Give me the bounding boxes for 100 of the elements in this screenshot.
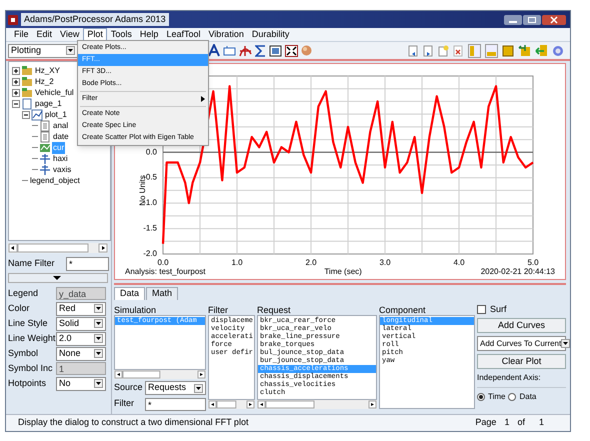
- menu-item[interactable]: File: [10, 28, 33, 41]
- fit-icon[interactable]: [285, 44, 298, 56]
- x-axis-label: Time (sec): [324, 267, 362, 277]
- property-dropdown[interactable]: Red: [56, 302, 106, 316]
- next-page-icon[interactable]: [423, 44, 434, 56]
- dropdown-arrow-icon[interactable]: [94, 319, 103, 328]
- x-tick-label: 1.0: [231, 258, 243, 267]
- tree-item[interactable]: date: [52, 130, 70, 142]
- tree-item[interactable]: Hz_XY: [34, 64, 61, 76]
- name-filter-field[interactable]: *: [66, 257, 109, 271]
- property-dropdown[interactable]: None: [56, 346, 106, 360]
- expand-icon[interactable]: [12, 66, 20, 74]
- close-icon[interactable]: [542, 14, 566, 24]
- menu-item[interactable]: Edit: [32, 28, 56, 41]
- x-tick-label: 0.0: [157, 258, 169, 267]
- zoom-box-icon[interactable]: [269, 44, 282, 56]
- menu-item[interactable]: View: [56, 28, 84, 41]
- expand-icon[interactable]: [12, 88, 20, 96]
- property-dropdown[interactable]: No: [56, 376, 106, 390]
- tree-item[interactable]: anal: [52, 120, 70, 132]
- status-message: Display the dialog to construct a two dimensional FFT plot: [18, 416, 248, 430]
- add-curves-button[interactable]: Add Curves: [477, 318, 566, 333]
- curve-icon: [39, 142, 51, 154]
- menu-item[interactable]: Help: [136, 28, 162, 41]
- dropdown-arrow-icon[interactable]: [94, 334, 103, 343]
- maximize-icon[interactable]: [523, 14, 541, 24]
- clear-plot-button[interactable]: Clear Plot: [477, 354, 566, 369]
- column-heading: Component: [379, 304, 427, 315]
- y-tick-label: -1.5: [143, 224, 157, 233]
- tree-item[interactable]: Vehicle_ful: [34, 86, 75, 98]
- property-label: Symbol: [8, 346, 40, 360]
- property-label: Line Weight: [8, 332, 56, 345]
- settings-icon[interactable]: [552, 44, 564, 56]
- menu-item[interactable]: Durability: [248, 28, 294, 41]
- timestamp: 2020-02-21 20:44:13: [480, 267, 555, 277]
- x-tick-label: 3.0: [379, 258, 391, 267]
- layout-full-icon[interactable]: [502, 44, 514, 56]
- property-label: Symbol Inc: [8, 362, 54, 375]
- property-dropdown[interactable]: Solid: [56, 316, 106, 330]
- axis-icon: [39, 164, 51, 176]
- horizontal-scrollbar[interactable]: [257, 400, 377, 409]
- property-label: Color: [8, 302, 31, 315]
- expand-icon[interactable]: [12, 78, 20, 86]
- dropdown-arrow-icon[interactable]: [66, 46, 75, 55]
- text-tool-icon[interactable]: [208, 44, 220, 57]
- document-icon: [39, 120, 51, 132]
- app-icon[interactable]: [8, 14, 18, 24]
- dropdown-arrow-icon[interactable]: [94, 349, 103, 358]
- page-number: 1: [504, 416, 510, 430]
- document-icon: [39, 130, 51, 142]
- menu-item[interactable]: Plot: [83, 28, 107, 41]
- y-tick-label: -2.0: [143, 249, 157, 258]
- radio-button[interactable]: [477, 393, 485, 401]
- filter-field[interactable]: *: [145, 398, 206, 410]
- x-tick-label: 4.0: [453, 258, 465, 267]
- tree-item[interactable]: legend_object: [29, 174, 81, 186]
- folder-icon: [21, 64, 33, 76]
- page-icon: [21, 98, 33, 110]
- menu-item[interactable]: Vibration: [204, 28, 248, 41]
- page-of-label: of: [517, 416, 525, 430]
- new-page-icon[interactable]: [438, 44, 449, 56]
- property-label: Legend: [8, 286, 40, 300]
- tab[interactable]: Data: [114, 287, 146, 300]
- swap-icon[interactable]: [518, 44, 531, 57]
- collapse-icon[interactable]: [22, 110, 30, 118]
- minimize-icon[interactable]: [504, 14, 522, 24]
- dropdown-arrow-icon[interactable]: [94, 379, 103, 388]
- section-label: Independent Axis:: [477, 372, 542, 384]
- horizontal-scrollbar[interactable]: [208, 400, 255, 409]
- surf-checkbox[interactable]: [477, 305, 486, 314]
- property-dropdown[interactable]: 2.0: [56, 332, 106, 346]
- source-dropdown[interactable]: Requests: [145, 381, 206, 395]
- menu-item[interactable]: Tools: [106, 28, 136, 41]
- dropdown-arrow-icon[interactable]: [561, 339, 570, 348]
- property-label: Line Style: [8, 316, 49, 330]
- dropdown-arrow-icon[interactable]: [94, 304, 103, 313]
- tree-item[interactable]: Hz_2: [34, 76, 55, 88]
- delete-page-icon[interactable]: [453, 44, 464, 56]
- frame-icon[interactable]: [223, 45, 236, 56]
- previous-page-icon[interactable]: [408, 44, 419, 56]
- tree-item[interactable]: haxi: [52, 152, 69, 164]
- mode-dropdown[interactable]: Plotting: [8, 44, 78, 58]
- tab[interactable]: Math: [146, 287, 178, 300]
- menu-item[interactable]: LeafTool: [162, 28, 204, 41]
- curve-icon[interactable]: [239, 44, 252, 56]
- sigma-icon[interactable]: [255, 44, 266, 56]
- window-title: Adams/PostProcessor Adams 2013: [21, 12, 169, 26]
- field-label: Name Filter: [8, 257, 56, 270]
- horizontal-scrollbar[interactable]: [114, 370, 206, 379]
- collapse-icon[interactable]: [12, 100, 20, 108]
- radio-button[interactable]: [508, 393, 516, 401]
- horizontal-scrollbar[interactable]: [8, 243, 108, 253]
- tree-item[interactable]: vaxis: [52, 164, 72, 176]
- dropdown-arrow-icon[interactable]: [194, 384, 203, 392]
- x-tick-label: 5.0: [527, 258, 539, 267]
- checkbox-label: Surf: [490, 302, 507, 316]
- tree-item[interactable]: page_1: [34, 98, 63, 110]
- tree-item[interactable]: plot_1: [44, 108, 68, 120]
- radio-label: Data: [519, 391, 536, 403]
- import-icon[interactable]: [535, 44, 548, 57]
